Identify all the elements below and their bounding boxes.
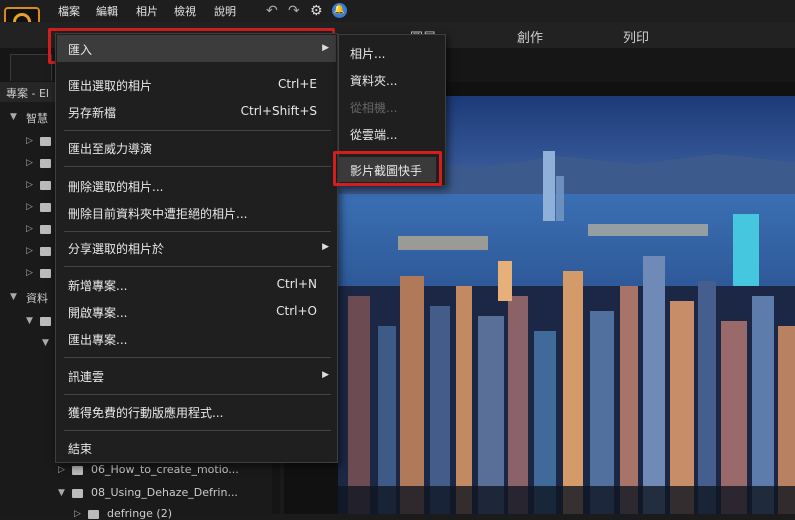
menu-item-highlight	[57, 35, 336, 62]
submenu-arrow-icon: ▶	[322, 370, 329, 380]
submenu-arrow-icon: ▶	[322, 242, 329, 252]
highlight-box	[333, 151, 442, 186]
expand-arrow-icon[interactable]: ▼	[26, 316, 33, 326]
collapse-arrow-icon[interactable]: ▷	[74, 509, 81, 519]
menu-separator	[64, 357, 331, 358]
undo-icon[interactable]: ↶	[266, 3, 278, 19]
panel-tab[interactable]	[10, 54, 52, 81]
notification-icon[interactable]: 🔔	[332, 3, 347, 18]
drive-icon	[40, 317, 51, 326]
menu-item-import[interactable]: 匯入	[68, 41, 92, 58]
expand-arrow-icon[interactable]: ▼	[42, 338, 49, 348]
menu-item-export-project[interactable]: 匯出專案...	[68, 331, 127, 348]
menu-separator	[64, 266, 331, 267]
folder-item[interactable]: 08_Using_Dehaze_Defrin...	[91, 486, 238, 499]
gear-icon[interactable]: ⚙	[310, 3, 323, 19]
collapse-arrow-icon[interactable]: ▷	[26, 158, 33, 168]
expand-arrow-icon[interactable]: ▼	[10, 112, 17, 122]
menu-separator	[64, 166, 331, 167]
smart-collection-icon	[40, 269, 51, 278]
panel-title: 專案 - El	[6, 87, 49, 100]
shortcut-label: Ctrl+N	[276, 277, 317, 291]
shortcut-label: Ctrl+O	[276, 304, 317, 318]
menu-item-cyberlink-cloud[interactable]: 訊連雲	[68, 368, 104, 385]
module-tab-print[interactable]: 列印	[623, 27, 649, 46]
menu-photo[interactable]: 相片	[136, 3, 158, 19]
shortcut-label: Ctrl+E	[278, 77, 317, 91]
menu-bar	[0, 0, 795, 22]
submenu-item-folder[interactable]: 資料夾...	[350, 72, 397, 89]
folder-icon	[72, 466, 83, 475]
menu-help[interactable]: 說明	[214, 3, 236, 19]
menu-edit[interactable]: 編輯	[96, 3, 118, 19]
smart-collection-icon	[40, 137, 51, 146]
menu-file[interactable]: 檔案	[58, 3, 80, 19]
menu-item-open-project[interactable]: 開啟專案...	[68, 304, 127, 321]
file-menu: 匯入 ▶ 匯出選取的相片 Ctrl+E 另存新檔 Ctrl+Shift+S 匯出…	[55, 33, 338, 463]
menu-separator	[64, 231, 331, 232]
collapse-arrow-icon[interactable]: ▷	[26, 136, 33, 146]
menu-separator	[64, 430, 331, 431]
menu-view[interactable]: 檢視	[174, 3, 196, 19]
menu-item-get-mobile-app[interactable]: 獲得免費的行動版應用程式...	[68, 404, 223, 421]
menu-item-export-powerdirector[interactable]: 匯出至威力導演	[68, 140, 152, 157]
collapse-arrow-icon[interactable]: ▷	[26, 246, 33, 256]
smart-collection-icon	[40, 159, 51, 168]
submenu-item-from-cloud[interactable]: 從雲端...	[350, 126, 397, 143]
smart-collection-icon	[40, 203, 51, 212]
module-tab-create[interactable]: 創作	[517, 27, 543, 46]
shortcut-label: Ctrl+Shift+S	[240, 104, 317, 118]
submenu-arrow-icon: ▶	[322, 43, 329, 53]
menu-item-new-project[interactable]: 新增專案...	[68, 277, 127, 294]
folder-icon	[72, 489, 83, 498]
submenu-item-photos[interactable]: 相片...	[350, 45, 385, 62]
menu-separator	[64, 130, 331, 131]
folder-item[interactable]: 06_How_to_create_motio...	[91, 463, 239, 476]
menu-item-delete-selected[interactable]: 刪除選取的相片...	[68, 178, 163, 195]
folder-icon	[88, 510, 99, 519]
smart-collection-icon	[40, 247, 51, 256]
collapse-arrow-icon[interactable]: ▷	[26, 268, 33, 278]
menu-item-save-as[interactable]: 另存新檔	[68, 104, 116, 121]
menu-item-share[interactable]: 分享選取的相片於	[68, 240, 164, 257]
smart-collection-icon	[40, 181, 51, 190]
expand-arrow-icon[interactable]: ▼	[10, 292, 17, 302]
menu-item-delete-rejected[interactable]: 刪除目前資料夾中遭拒絕的相片...	[68, 205, 247, 222]
smart-collection-icon	[40, 225, 51, 234]
submenu-item-from-camera[interactable]: 從相機...	[350, 99, 397, 116]
data-section-label: 資料	[26, 292, 48, 305]
collapse-arrow-icon[interactable]: ▷	[26, 224, 33, 234]
menu-separator	[64, 394, 331, 395]
collapse-arrow-icon[interactable]: ▷	[58, 465, 65, 475]
expand-arrow-icon[interactable]: ▼	[58, 488, 65, 498]
collapse-arrow-icon[interactable]: ▷	[26, 202, 33, 212]
smart-section-label: 智慧	[26, 112, 48, 125]
menu-item-export-selected[interactable]: 匯出選取的相片	[68, 77, 152, 94]
redo-icon[interactable]: ↷	[288, 3, 300, 19]
menu-item-exit[interactable]: 結束	[68, 440, 92, 457]
collapse-arrow-icon[interactable]: ▷	[26, 180, 33, 190]
